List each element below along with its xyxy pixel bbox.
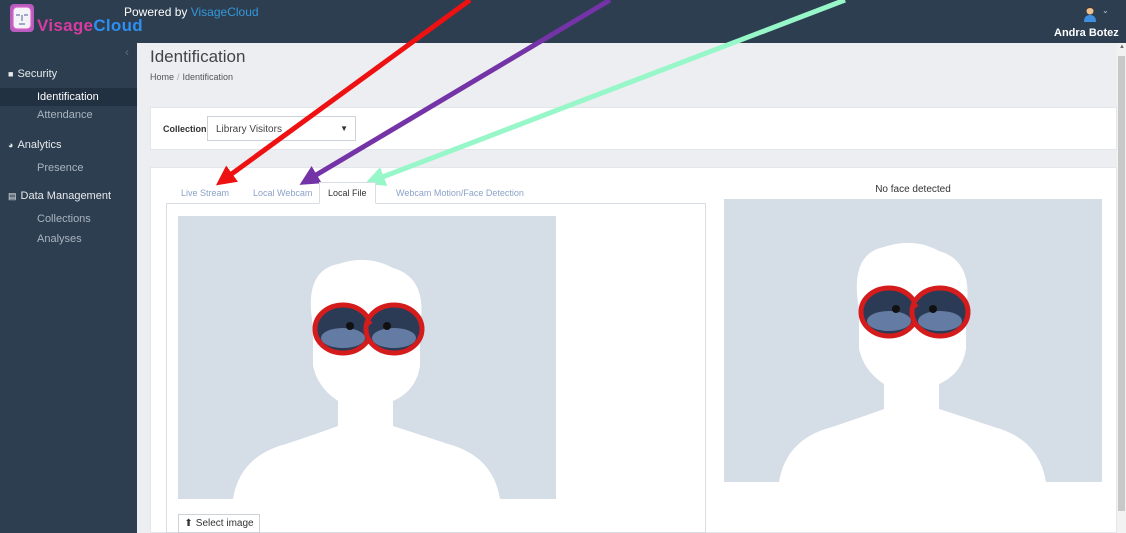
logo-text: VisageCloud xyxy=(37,16,143,35)
collection-label: Collection xyxy=(163,124,207,134)
tab-local-webcam[interactable]: Local Webcam xyxy=(253,183,312,203)
sidebar-item-identification[interactable]: Identification xyxy=(0,88,137,106)
uploaded-image xyxy=(178,216,556,499)
detection-status: No face detected xyxy=(875,184,951,195)
collapse-icon[interactable]: ‹ xyxy=(125,45,129,59)
pie-chart-icon: ◕ xyxy=(8,140,14,150)
powered-by: Powered by VisageCloud xyxy=(124,5,259,19)
select-image-button[interactable]: ⬆ Select image xyxy=(178,514,260,533)
sidebar-item-attendance[interactable]: Attendance xyxy=(0,106,137,124)
breadcrumb-home[interactable]: Home xyxy=(150,72,174,82)
user-avatar-icon xyxy=(1084,7,1096,22)
result-image xyxy=(724,199,1102,482)
tab-local-file[interactable]: Local File xyxy=(319,182,376,204)
sidebar-item-analyses[interactable]: Analyses xyxy=(0,230,137,248)
list-icon: ▤ xyxy=(8,190,17,201)
app-logo[interactable]: VisageCloud xyxy=(10,4,143,38)
breadcrumb: Home / Identification xyxy=(150,72,234,82)
page-title: Identification xyxy=(150,47,246,66)
collection-selected-value: Library Visitors xyxy=(216,124,282,135)
tab-live-stream[interactable]: Live Stream xyxy=(181,183,229,203)
user-name: Andra Botez xyxy=(1054,27,1119,39)
logo-icon xyxy=(10,4,34,32)
caret-down-icon: ▼ xyxy=(340,124,348,133)
breadcrumb-current: Identification xyxy=(182,72,234,82)
collection-panel: Collection Library Visitors ▼ xyxy=(150,107,1117,150)
upload-icon: ⬆ xyxy=(184,518,193,529)
powered-by-link[interactable]: VisageCloud xyxy=(191,5,259,19)
collection-select[interactable]: Library Visitors ▼ xyxy=(207,116,356,141)
scroll-up-icon[interactable]: ▲ xyxy=(1119,44,1125,50)
chevron-down-icon: ⌄ xyxy=(1102,6,1109,15)
nav-group-analytics[interactable]: ◕ Analytics xyxy=(8,139,61,151)
user-menu[interactable]: ⌄ Andra Botez xyxy=(1054,4,1119,40)
camera-icon: ■ xyxy=(8,69,14,79)
tab-webcam-motion-face-detection[interactable]: Webcam Motion/Face Detection xyxy=(396,183,524,203)
sidebar-item-collections[interactable]: Collections xyxy=(0,210,137,228)
nav-group-data-management[interactable]: ▤ Data Management xyxy=(8,190,111,202)
scrollbar-thumb[interactable] xyxy=(1118,56,1125,511)
top-bar: VisageCloud Powered by VisageCloud ⌄ And… xyxy=(0,0,1126,43)
nav-group-security[interactable]: ■ Security xyxy=(8,68,57,80)
sidebar-item-presence[interactable]: Presence xyxy=(0,159,137,177)
